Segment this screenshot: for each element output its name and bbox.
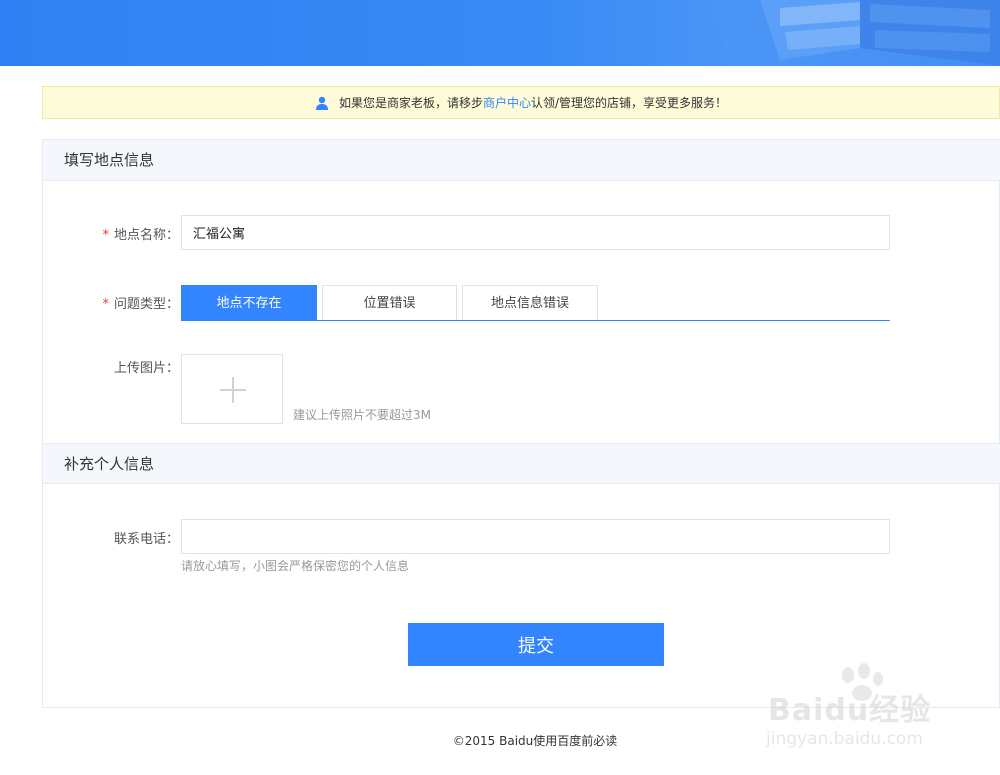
upload-image-button[interactable] (181, 354, 283, 424)
personal-section-title: 补充个人信息 (43, 443, 1000, 484)
plus-icon (220, 377, 246, 403)
tab-wrong-location[interactable]: 位置错误 (322, 285, 457, 320)
place-name-input[interactable] (181, 215, 890, 250)
required-mark: * (102, 297, 109, 312)
notice-suffix: 认领/管理您的店铺，享受更多服务！ (530, 96, 728, 110)
notice-prefix: 如果您是商家老板，请移步 (338, 96, 483, 110)
phone-hint: 请放心填写，小图会严格保密您的个人信息 (181, 559, 410, 573)
upload-hint: 建议上传照片不要超过3M (293, 408, 431, 422)
tab-wrong-info[interactable]: 地点信息错误 (462, 285, 598, 320)
required-mark: * (102, 228, 109, 243)
place-name-label-text: 地点名称： (113, 228, 179, 243)
watermark-brand: Baidu经验 (768, 693, 932, 728)
submit-button[interactable]: 提交 (408, 623, 664, 666)
place-name-label: * 地点名称： (43, 224, 179, 243)
user-icon (315, 96, 328, 110)
baidu-jingyan-watermark: Baidu经验 jingyan.baidu.com (762, 663, 952, 758)
issue-type-label: * 问题类型： (43, 293, 179, 312)
location-section-title: 填写地点信息 (43, 140, 1000, 181)
tab-place-not-exist[interactable]: 地点不存在 (181, 285, 317, 320)
issue-type-tabs: 地点不存在 位置错误 地点信息错误 (181, 285, 890, 321)
phone-label: 联系电话： (113, 532, 179, 547)
report-form-panel: 填写地点信息 * 地点名称： * 问题类型： 地点不存在 位置错误 地点信息错误 上… (42, 139, 1000, 708)
building-graphic (710, 0, 1000, 66)
merchant-notice: 如果您是商家老板，请移步 商户中心 认领/管理您的店铺，享受更多服务！ (42, 86, 1000, 119)
watermark-url: jingyan.baidu.com (766, 729, 923, 749)
phone-input[interactable] (181, 519, 890, 554)
top-banner (0, 0, 1000, 66)
upload-label: 上传图片： (113, 361, 179, 376)
merchant-center-link[interactable]: 商户中心 (483, 94, 531, 111)
issue-type-label-text: 问题类型： (113, 297, 179, 312)
